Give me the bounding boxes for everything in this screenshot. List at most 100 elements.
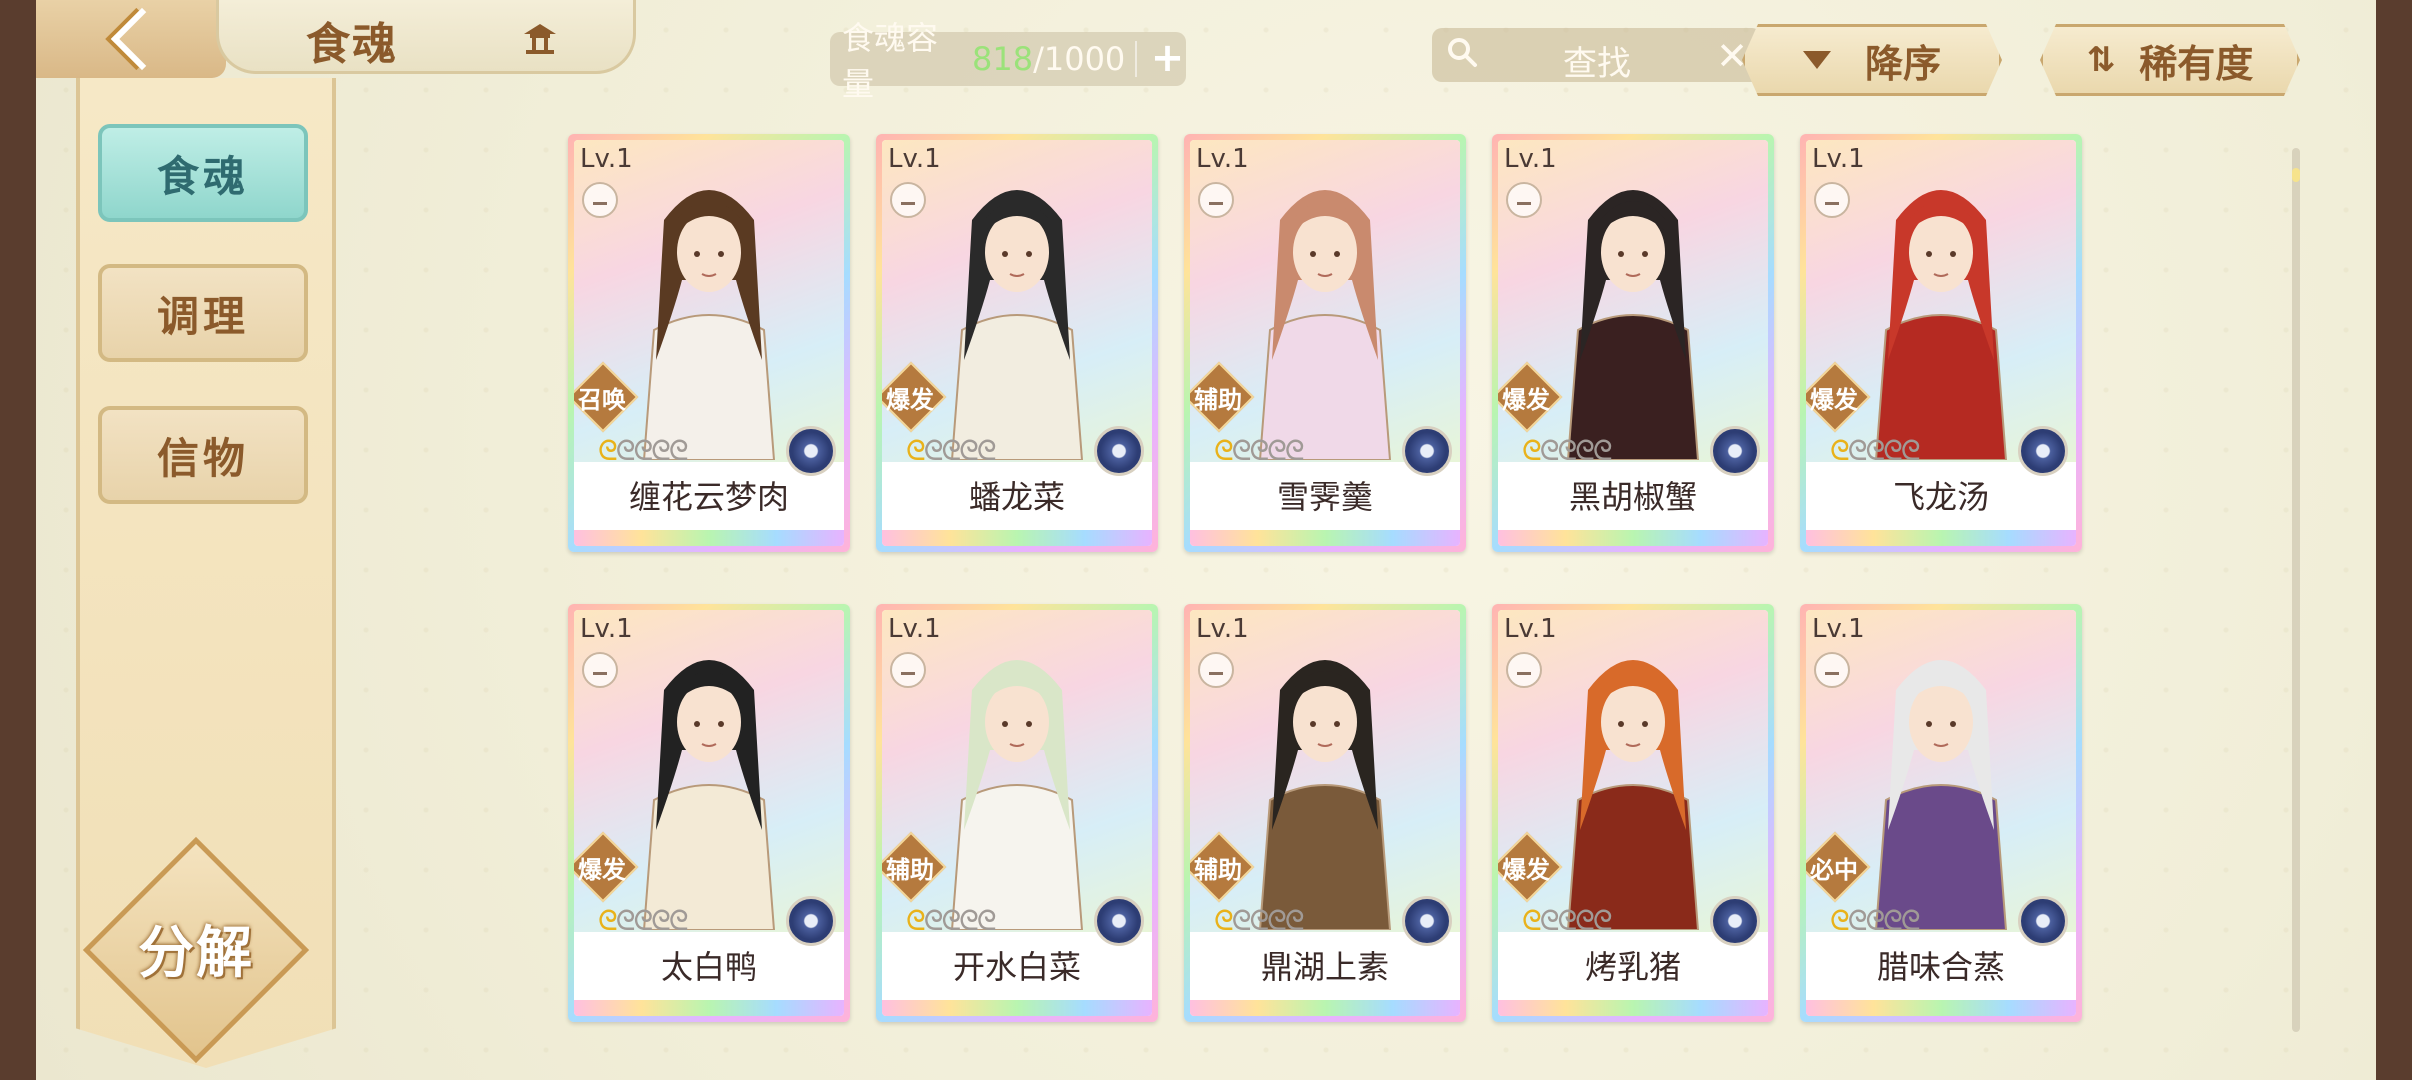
lock-icon[interactable] <box>1198 652 1234 688</box>
flame-star-icon: ᘓ <box>1231 434 1252 467</box>
food-soul-card[interactable]: Lv.1 辅助 ᘓᘓᘓᘓᘓ 雪霁羹 <box>1184 134 1466 552</box>
character-figure <box>950 190 1084 460</box>
card-body: Lv.1 爆发 ᘓᘓᘓᘓᘓ 黑胡椒蟹 <box>1498 140 1768 546</box>
level-label: Lv.1 <box>1504 144 1557 174</box>
lock-icon[interactable] <box>1198 182 1234 218</box>
flame-star-icon: ᘓ <box>598 434 618 467</box>
role-badge: 爆发 <box>882 361 947 433</box>
food-soul-card[interactable]: Lv.1 爆发 ᘓᘓᘓᘓᘓ 太白鸭 <box>568 604 850 1022</box>
character-name: 烤乳猪 <box>1584 948 1681 986</box>
character-name: 太白鸭 <box>660 948 757 986</box>
character-figure <box>1566 190 1700 460</box>
flame-star-icon: ᘓ <box>668 434 689 467</box>
scroll-thumb[interactable] <box>2292 168 2300 182</box>
level-label: Lv.1 <box>888 614 941 644</box>
back-arrow-icon <box>110 7 174 71</box>
tab-conditioning[interactable]: 调理 <box>98 264 308 362</box>
element-emblem-icon <box>786 426 836 476</box>
sort-order-button[interactable]: 降序 <box>1742 24 2002 96</box>
star-rating: ᘓᘓᘓᘓᘓ <box>1830 434 1921 468</box>
flame-star-icon: ᘓ <box>976 434 997 467</box>
title-tab <box>216 0 636 74</box>
add-capacity-button[interactable]: + <box>1149 38 1186 79</box>
capacity-max: /1000 <box>1033 40 1126 78</box>
element-emblem-icon <box>1402 896 1452 946</box>
card-body: Lv.1 辅助 ᘓᘓᘓᘓᘓ 雪霁羹 <box>1190 140 1460 546</box>
flame-star-icon: ᘓ <box>1883 434 1903 467</box>
flame-star-icon: ᘓ <box>1847 904 1868 937</box>
tab-label: 信物 <box>156 433 249 483</box>
flame-star-icon: ᘓ <box>1231 904 1252 937</box>
character-figure <box>1874 660 2008 930</box>
clear-search-icon[interactable]: ✕ <box>1716 34 1748 78</box>
flame-star-icon: ᘓ <box>1522 904 1542 937</box>
top-bar: 食魂 食魂容量 818 /1000 + 查找 ✕ 降序 ⇅ 稀有度 <box>36 0 2376 103</box>
pavilion-icon[interactable] <box>520 18 560 58</box>
lock-icon[interactable] <box>1506 652 1542 688</box>
flame-star-icon: ᘓ <box>1883 904 1903 937</box>
star-rating: ᘓᘓᘓᘓᘓ <box>1830 904 1921 938</box>
level-label: Lv.1 <box>580 144 633 174</box>
lock-icon[interactable] <box>1814 652 1850 688</box>
lock-icon[interactable] <box>582 182 618 218</box>
scrollbar[interactable] <box>2292 148 2300 1032</box>
flame-star-icon: ᘓ <box>598 904 618 937</box>
flame-star-icon: ᘓ <box>1830 904 1850 937</box>
character-figure <box>642 660 776 930</box>
food-soul-card[interactable]: Lv.1 爆发 ᘓᘓᘓᘓᘓ 蟠龙菜 <box>876 134 1158 552</box>
search-input[interactable]: 查找 ✕ <box>1432 28 1762 84</box>
flame-star-icon: ᘓ <box>1575 434 1595 467</box>
character-name: 雪霁羹 <box>1276 478 1373 516</box>
character-figure <box>1258 190 1392 460</box>
card-rarity-strip <box>574 1000 844 1016</box>
flame-star-icon: ᘓ <box>1557 434 1577 467</box>
element-emblem-icon <box>1710 426 1760 476</box>
food-soul-card[interactable]: Lv.1 召唤 ᘓᘓᘓᘓᘓ 缠花云梦肉 <box>568 134 850 552</box>
lock-icon[interactable] <box>582 652 618 688</box>
capacity-divider <box>1135 41 1138 77</box>
sort-by-button[interactable]: ⇅ 稀有度 <box>2040 24 2300 96</box>
food-soul-card[interactable]: Lv.1 爆发 ᘓᘓᘓᘓᘓ 烤乳猪 <box>1492 604 1774 1022</box>
character-figure <box>1258 660 1392 930</box>
flame-star-icon: ᘓ <box>906 434 926 467</box>
lock-icon[interactable] <box>1506 182 1542 218</box>
card-rarity-strip <box>1498 530 1768 546</box>
flame-star-icon: ᘓ <box>668 904 689 937</box>
card-body: Lv.1 必中 ᘓᘓᘓᘓᘓ 腊味合蒸 <box>1806 610 2076 1016</box>
food-soul-card[interactable]: Lv.1 爆发 ᘓᘓᘓᘓᘓ 黑胡椒蟹 <box>1492 134 1774 552</box>
lock-icon[interactable] <box>890 652 926 688</box>
decompose-label: 分解 <box>138 921 254 986</box>
flame-star-icon: ᘓ <box>959 904 979 937</box>
tab-label: 调理 <box>156 291 249 341</box>
flame-star-icon: ᘓ <box>1865 434 1885 467</box>
flame-star-icon: ᘓ <box>633 434 653 467</box>
back-button[interactable] <box>36 0 226 78</box>
flame-star-icon: ᘓ <box>1575 904 1595 937</box>
star-rating: ᘓᘓᘓᘓᘓ <box>1522 434 1613 468</box>
flame-star-icon: ᘓ <box>651 434 671 467</box>
character-name: 蟠龙菜 <box>968 478 1065 516</box>
food-soul-card[interactable]: Lv.1 辅助 ᘓᘓᘓᘓᘓ 开水白菜 <box>876 604 1158 1022</box>
role-badge: 辅助 <box>1190 361 1255 433</box>
level-label: Lv.1 <box>1196 144 1249 174</box>
lock-icon[interactable] <box>1814 182 1850 218</box>
star-rating: ᘓᘓᘓᘓᘓ <box>906 904 997 938</box>
flame-star-icon: ᘓ <box>1284 434 1305 467</box>
flame-star-icon: ᘓ <box>923 434 944 467</box>
food-soul-card[interactable]: Lv.1 辅助 ᘓᘓᘓᘓᘓ 鼎湖上素 <box>1184 604 1466 1022</box>
capacity-label: 食魂容量 <box>842 19 939 103</box>
food-soul-card[interactable]: Lv.1 爆发 ᘓᘓᘓᘓᘓ 飞龙汤 <box>1800 134 2082 552</box>
tab-food-souls[interactable]: 食魂 <box>98 124 308 222</box>
level-label: Lv.1 <box>1812 144 1865 174</box>
lock-icon[interactable] <box>890 182 926 218</box>
role-label: 爆发 <box>1810 386 1858 414</box>
capacity-current: 818 <box>971 40 1034 78</box>
tab-tokens[interactable]: 信物 <box>98 406 308 504</box>
food-soul-card[interactable]: Lv.1 必中 ᘓᘓᘓᘓᘓ 腊味合蒸 <box>1800 604 2082 1022</box>
card-rarity-strip <box>1190 1000 1460 1016</box>
character-name: 开水白菜 <box>952 948 1081 986</box>
character-name: 腊味合蒸 <box>1876 948 2005 986</box>
card-body: Lv.1 爆发 ᘓᘓᘓᘓᘓ 蟠龙菜 <box>882 140 1152 546</box>
element-emblem-icon <box>2018 426 2068 476</box>
element-emblem-icon <box>786 896 836 946</box>
